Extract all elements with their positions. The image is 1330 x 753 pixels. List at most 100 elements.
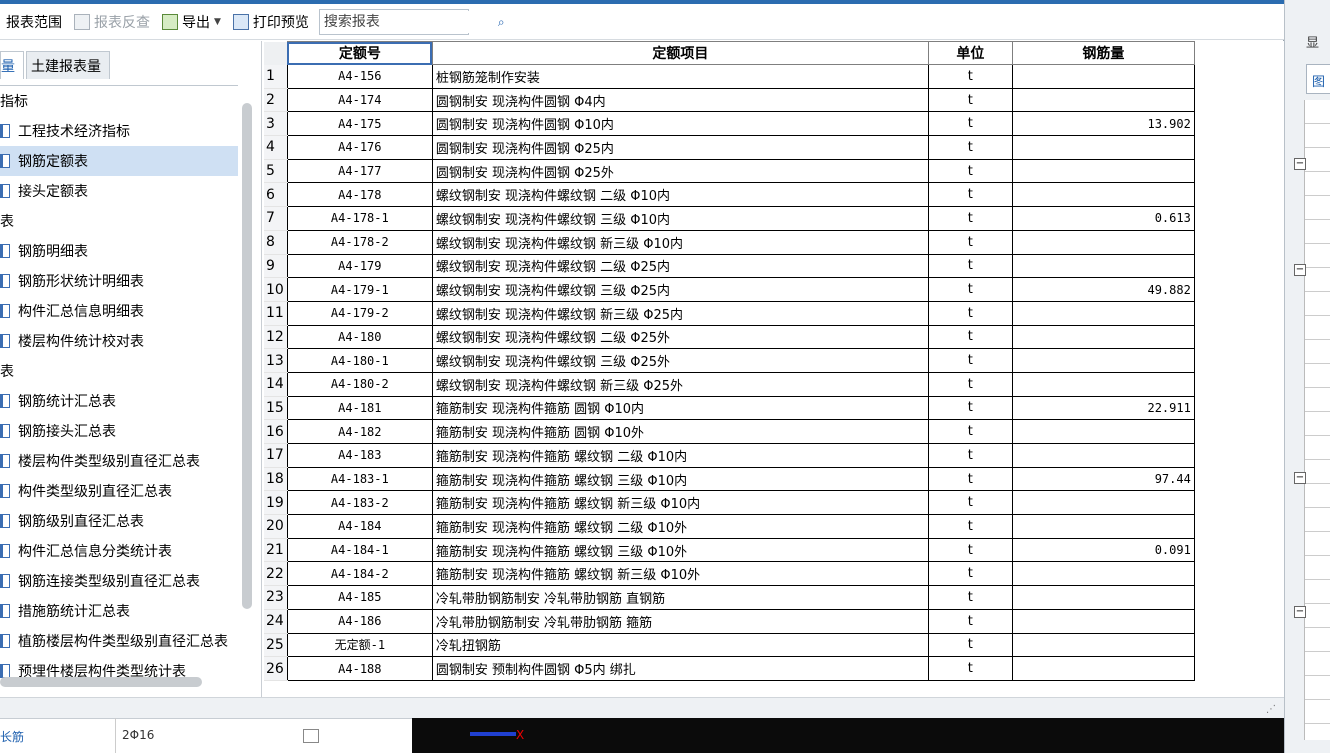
table-row[interactable]: 6 A4-178 螺纹钢制安 现浇构件螺纹钢 二级 Φ10内 t bbox=[264, 182, 1195, 208]
tree-item[interactable]: 工程技术经济指标 bbox=[0, 116, 238, 146]
tree-item[interactable]: 措施筋统计汇总表 bbox=[0, 596, 238, 626]
report-scope-button[interactable]: 报表范围 bbox=[0, 10, 68, 34]
cell-amount[interactable]: 97.44 bbox=[1011, 466, 1195, 492]
cell-item[interactable]: 螺纹钢制安 现浇构件螺纹钢 二级 Φ25外 bbox=[431, 324, 929, 350]
cell-code[interactable]: A4-178 bbox=[286, 182, 433, 208]
tree-item[interactable]: 构件汇总信息分类统计表 bbox=[0, 536, 238, 566]
cell-code[interactable]: A4-174 bbox=[286, 87, 433, 113]
cell-unit[interactable]: t bbox=[927, 443, 1013, 468]
tab-civil-report[interactable]: 土建报表量 bbox=[26, 51, 110, 79]
table-row[interactable]: 21 A4-184-1 箍筋制安 现浇构件箍筋 螺纹钢 三级 Φ10外 t 0.091 bbox=[264, 537, 1195, 563]
cell-amount[interactable] bbox=[1011, 443, 1195, 468]
search-input[interactable] bbox=[319, 10, 498, 33]
table-row[interactable]: 16 A4-182 箍筋制安 现浇构件箍筋 圆钢 Φ10外 t bbox=[264, 419, 1195, 444]
cell-code[interactable]: A4-186 bbox=[286, 608, 433, 634]
column-header-unit[interactable]: 单位 bbox=[927, 41, 1013, 65]
tree-item[interactable]: 构件汇总信息明细表 bbox=[0, 296, 238, 326]
cell-amount[interactable] bbox=[1011, 608, 1195, 634]
tree-category[interactable]: 表 bbox=[0, 206, 238, 236]
table-row[interactable]: 7 A4-178-1 螺纹钢制安 现浇构件螺纹钢 三级 Φ10内 t 0.613 bbox=[264, 206, 1195, 231]
tree-item[interactable]: 钢筋级别直径汇总表 bbox=[0, 506, 238, 536]
cell-item[interactable]: 桩钢筋笼制作安装 bbox=[431, 64, 929, 89]
table-row[interactable]: 18 A4-183-1 箍筋制安 现浇构件箍筋 螺纹钢 三级 Φ10内 t 97.44 bbox=[264, 466, 1195, 492]
cell-code[interactable]: A4-184-2 bbox=[286, 561, 433, 587]
search-icon[interactable]: ⌕ bbox=[498, 11, 505, 33]
table-row[interactable]: 14 A4-180-2 螺纹钢制安 现浇构件螺纹钢 新三级 Φ25外 t bbox=[264, 371, 1195, 397]
cell-item[interactable]: 圆钢制安 现浇构件圆钢 Φ10内 bbox=[431, 111, 929, 137]
cell-unit[interactable]: t bbox=[927, 348, 1013, 373]
print-preview-button[interactable]: 打印预览 bbox=[227, 10, 315, 34]
cell-amount[interactable] bbox=[1011, 253, 1195, 279]
tree-item[interactable]: 接头定额表 bbox=[0, 176, 238, 206]
cell-unit[interactable]: t bbox=[927, 277, 1013, 302]
table-row[interactable]: 26 A4-188 圆钢制安 预制构件圆钢 Φ5内 绑扎 t bbox=[264, 656, 1195, 681]
tree-item[interactable]: 楼层构件类型级别直径汇总表 bbox=[0, 446, 238, 476]
collapse-icon[interactable]: − bbox=[1294, 264, 1306, 276]
cell-code[interactable]: A4-182 bbox=[286, 419, 433, 444]
cell-unit[interactable]: t bbox=[927, 158, 1013, 184]
cell-code[interactable]: A4-185 bbox=[286, 585, 433, 610]
cell-unit[interactable]: t bbox=[927, 135, 1013, 160]
cell-code[interactable]: A4-179-1 bbox=[286, 277, 433, 302]
cell-amount[interactable]: 49.882 bbox=[1011, 277, 1195, 302]
column-header-amount[interactable]: 钢筋量 bbox=[1011, 41, 1195, 65]
table-row[interactable]: 23 A4-185 冷轧带肋钢筋制安 冷轧带肋钢筋 直钢筋 t bbox=[264, 585, 1195, 610]
cell-item[interactable]: 圆钢制安 现浇构件圆钢 Φ4内 bbox=[431, 87, 929, 113]
cell-unit[interactable]: t bbox=[927, 229, 1013, 255]
cell-item[interactable]: 螺纹钢制安 现浇构件螺纹钢 新三级 Φ10内 bbox=[431, 229, 929, 255]
cell-code[interactable]: A4-179 bbox=[286, 253, 433, 279]
cell-unit[interactable]: t bbox=[927, 253, 1013, 279]
table-row[interactable]: 24 A4-186 冷轧带肋钢筋制安 冷轧带肋钢筋 箍筋 t bbox=[264, 608, 1195, 634]
cell-amount[interactable] bbox=[1011, 135, 1195, 160]
tree-category[interactable]: 指标 bbox=[0, 86, 238, 116]
tree-item[interactable]: 钢筋统计汇总表 bbox=[0, 386, 238, 416]
tree-item[interactable]: 钢筋明细表 bbox=[0, 236, 238, 266]
table-row[interactable]: 19 A4-183-2 箍筋制安 现浇构件箍筋 螺纹钢 新三级 Φ10内 t bbox=[264, 490, 1195, 516]
tree-item[interactable]: 植筋楼层构件类型级别直径汇总表 bbox=[0, 626, 238, 656]
cell-code[interactable]: A4-179-2 bbox=[286, 300, 433, 326]
cell-code[interactable]: A4-183-2 bbox=[286, 490, 433, 516]
cell-unit[interactable]: t bbox=[927, 324, 1013, 350]
cell-amount[interactable]: 0.091 bbox=[1011, 537, 1195, 563]
cell-unit[interactable]: t bbox=[927, 300, 1013, 326]
cell-unit[interactable]: t bbox=[927, 537, 1013, 563]
cell-amount[interactable] bbox=[1011, 300, 1195, 326]
cell-amount[interactable] bbox=[1011, 182, 1195, 208]
cell-amount[interactable] bbox=[1011, 656, 1195, 681]
cell-amount[interactable] bbox=[1011, 324, 1195, 350]
cell-unit[interactable]: t bbox=[927, 111, 1013, 137]
table-row[interactable]: 4 A4-176 圆钢制安 现浇构件圆钢 Φ25内 t bbox=[264, 135, 1195, 160]
background-right-tab[interactable]: 显 bbox=[1306, 32, 1330, 56]
cell-unit[interactable]: t bbox=[927, 87, 1013, 113]
cell-unit[interactable]: t bbox=[927, 656, 1013, 681]
cell-amount[interactable] bbox=[1011, 229, 1195, 255]
cell-item[interactable]: 箍筋制安 现浇构件箍筋 螺纹钢 二级 Φ10外 bbox=[431, 514, 929, 539]
table-row[interactable]: 2 A4-174 圆钢制安 现浇构件圆钢 Φ4内 t bbox=[264, 87, 1195, 113]
tree-category[interactable]: 表 bbox=[0, 356, 238, 386]
tab-rebar-report[interactable]: 量 bbox=[0, 51, 24, 79]
cell-code[interactable]: A4-180-2 bbox=[286, 371, 433, 397]
cell-item[interactable]: 螺纹钢制安 现浇构件螺纹钢 新三级 Φ25内 bbox=[431, 300, 929, 326]
cell-code[interactable]: A4-175 bbox=[286, 111, 433, 137]
tree-horizontal-scrollbar[interactable] bbox=[0, 677, 202, 687]
property-value[interactable]: 2Φ16 bbox=[122, 728, 154, 742]
background-drawing-canvas[interactable] bbox=[412, 718, 1284, 753]
cell-amount[interactable] bbox=[1011, 158, 1195, 184]
table-row[interactable]: 15 A4-181 箍筋制安 现浇构件箍筋 圆钢 Φ10内 t 22.911 bbox=[264, 395, 1195, 421]
cell-unit[interactable]: t bbox=[927, 206, 1013, 231]
cell-unit[interactable]: t bbox=[927, 371, 1013, 397]
cell-code[interactable]: A4-180 bbox=[286, 324, 433, 350]
table-row[interactable]: 17 A4-183 箍筋制安 现浇构件箍筋 螺纹钢 二级 Φ10内 t bbox=[264, 443, 1195, 468]
cell-unit[interactable]: t bbox=[927, 490, 1013, 516]
cell-item[interactable]: 螺纹钢制安 现浇构件螺纹钢 新三级 Φ25外 bbox=[431, 371, 929, 397]
cell-code[interactable]: A4-178-2 bbox=[286, 229, 433, 255]
cell-item[interactable]: 箍筋制安 现浇构件箍筋 圆钢 Φ10外 bbox=[431, 419, 929, 444]
cell-code[interactable]: A4-177 bbox=[286, 158, 433, 184]
cell-amount[interactable] bbox=[1011, 348, 1195, 373]
table-row[interactable]: 22 A4-184-2 箍筋制安 现浇构件箍筋 螺纹钢 新三级 Φ10外 t bbox=[264, 561, 1195, 587]
cell-amount[interactable] bbox=[1011, 561, 1195, 587]
cell-code[interactable]: A4-156 bbox=[286, 64, 433, 89]
export-button[interactable]: 导出 ▼ bbox=[156, 10, 227, 34]
cell-code[interactable]: A4-181 bbox=[286, 395, 433, 421]
cell-item[interactable]: 箍筋制安 现浇构件箍筋 螺纹钢 二级 Φ10内 bbox=[431, 443, 929, 468]
